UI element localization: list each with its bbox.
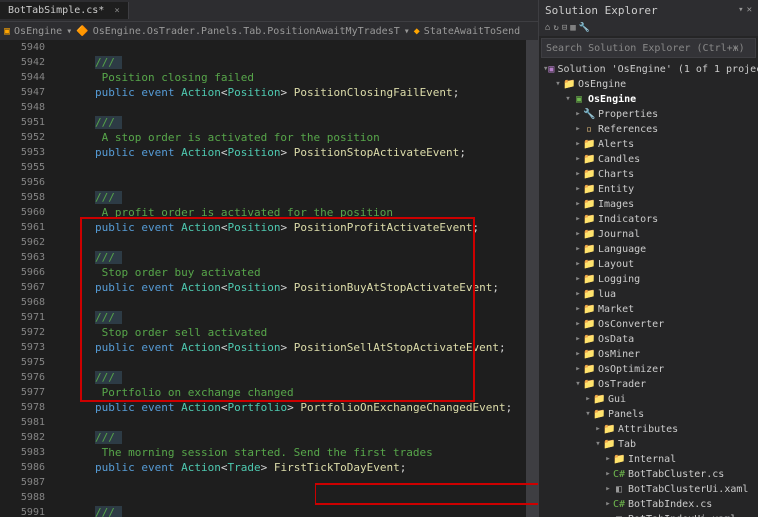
tree-item[interactable]: ▸◧BotTabIndexUi.xaml <box>539 512 758 517</box>
tree-item[interactable]: ▸📁Internal <box>539 452 758 467</box>
project-icon: ▣ <box>4 26 10 37</box>
pin-icon[interactable]: ▾ <box>738 5 743 15</box>
tree-item[interactable]: ▾▣OsEngine <box>539 92 758 107</box>
tree-item[interactable]: ▸📁OsConverter <box>539 317 758 332</box>
search-placeholder: Search Solution Explorer (Ctrl+ж) <box>546 43 745 54</box>
tree-item[interactable]: ▾📁Panels <box>539 407 758 422</box>
tree-item[interactable]: ▸▫References <box>539 122 758 137</box>
tree-item[interactable]: ▸📁OsData <box>539 332 758 347</box>
breadcrumb-member[interactable]: StateAwaitToSend <box>424 26 520 37</box>
editor-tab[interactable]: BotTabSimple.cs* × <box>0 2 129 19</box>
home-icon[interactable]: ⌂ <box>545 23 550 33</box>
show-all-icon[interactable]: ▦ <box>570 23 575 33</box>
panel-title: Solution Explorer <box>545 4 658 17</box>
collapse-icon[interactable]: ⊟ <box>562 23 567 33</box>
tree-item[interactable]: ▸📁Attributes <box>539 422 758 437</box>
tree-item[interactable]: ▾▣Solution 'OsEngine' (1 of 1 project) <box>539 62 758 77</box>
tree-item[interactable]: ▸📁Indicators <box>539 212 758 227</box>
tree-item[interactable]: ▸📁Candles <box>539 152 758 167</box>
scrollbar-vertical[interactable] <box>526 40 538 517</box>
code-editor[interactable]: /// Position closing failedpublic event … <box>55 40 526 517</box>
tree-item[interactable]: ▸🔧Properties <box>539 107 758 122</box>
close-icon[interactable]: × <box>114 6 119 16</box>
tree-item[interactable]: ▸📁Journal <box>539 227 758 242</box>
tree-item[interactable]: ▸📁Layout <box>539 257 758 272</box>
chevron-icon: ▾ <box>66 26 72 37</box>
tree-item[interactable]: ▸📁Logging <box>539 272 758 287</box>
tree-item[interactable]: ▾📁OsTrader <box>539 377 758 392</box>
tree-item[interactable]: ▾📁Tab <box>539 437 758 452</box>
tab-label: BotTabSimple.cs* <box>8 5 104 16</box>
class-icon: 🔶 <box>76 26 88 37</box>
tree-item[interactable]: ▸📁OsMiner <box>539 347 758 362</box>
tree-item[interactable]: ▸📁Language <box>539 242 758 257</box>
tree-item[interactable]: ▸📁Images <box>539 197 758 212</box>
breadcrumb-project[interactable]: OsEngine <box>14 26 62 37</box>
tree-item[interactable]: ▸📁Alerts <box>539 137 758 152</box>
tree-item[interactable]: ▾📁OsEngine <box>539 77 758 92</box>
properties-icon[interactable]: 🔧 <box>579 23 590 33</box>
tree-item[interactable]: ▸📁Gui <box>539 392 758 407</box>
chevron-icon: ▾ <box>404 26 410 37</box>
tree-item[interactable]: ▸📁lua <box>539 287 758 302</box>
tree-item[interactable]: ▸◧BotTabClusterUi.xaml <box>539 482 758 497</box>
search-input[interactable]: Search Solution Explorer (Ctrl+ж) <box>541 38 756 58</box>
tree-item[interactable]: ▸📁Market <box>539 302 758 317</box>
refresh-icon[interactable]: ↻ <box>553 23 558 33</box>
field-icon: ◆ <box>414 26 420 37</box>
tree-item[interactable]: ▸C#BotTabCluster.cs <box>539 467 758 482</box>
line-number-gutter: 5940594259445947594859515952595359555956… <box>0 40 55 517</box>
tree-item[interactable]: ▸📁Entity <box>539 182 758 197</box>
close-panel-icon[interactable]: ✕ <box>747 5 752 15</box>
solution-tree[interactable]: ▾▣Solution 'OsEngine' (1 of 1 project) ▾… <box>539 60 758 517</box>
breadcrumb-class[interactable]: OsEngine.OsTrader.Panels.Tab.PositionAwa… <box>93 26 400 37</box>
tree-item[interactable]: ▸C#BotTabIndex.cs <box>539 497 758 512</box>
tree-item[interactable]: ▸📁OsOptimizer <box>539 362 758 377</box>
tree-item[interactable]: ▸📁Charts <box>539 167 758 182</box>
